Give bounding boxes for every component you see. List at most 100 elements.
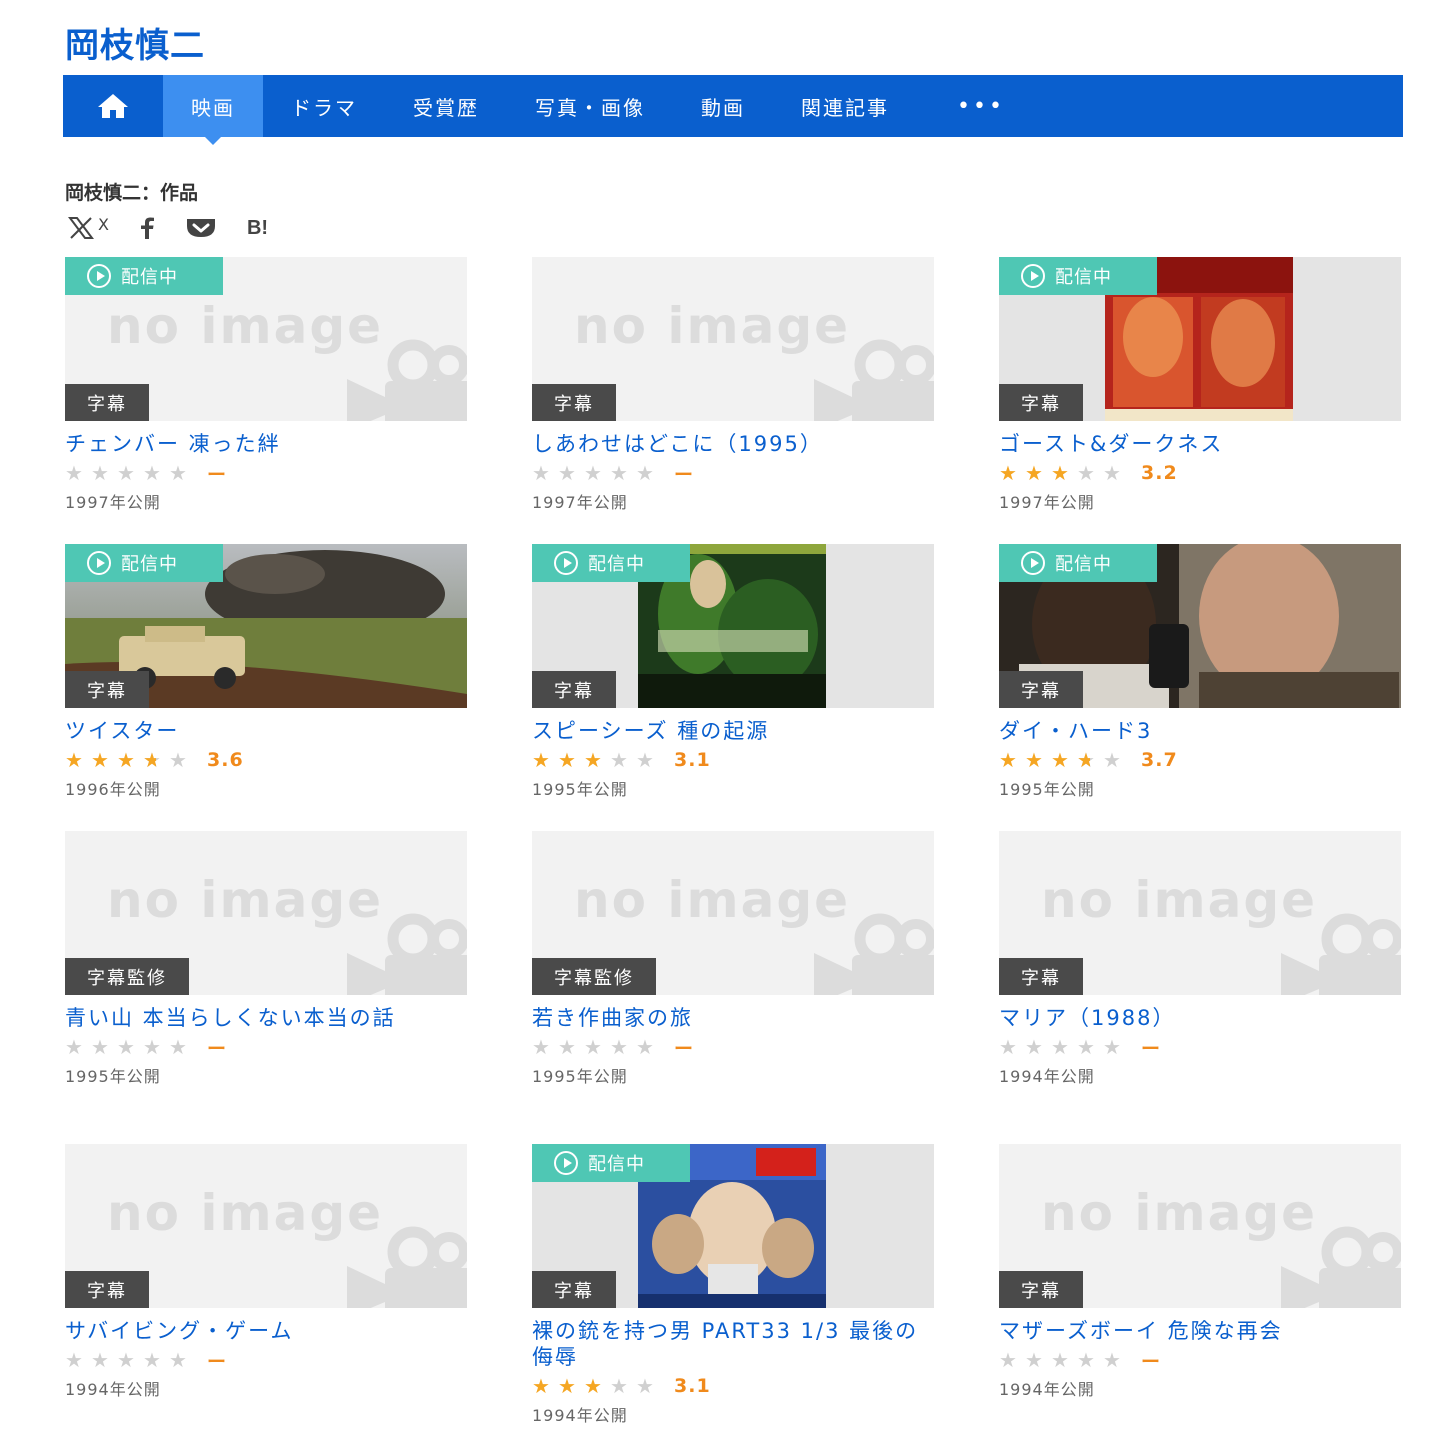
rating-score: 3.1 — [674, 1375, 711, 1397]
star-icon: ★ — [610, 1035, 628, 1059]
star-icon: ★ — [1103, 1348, 1121, 1372]
movie-thumbnail[interactable]: no image 字幕 — [532, 257, 934, 421]
nav-tab-movies[interactable]: 映画 — [163, 75, 263, 145]
movie-card[interactable]: no image 字幕 マザーズボーイ 危険な再会 ★ ★ ★ ★ ★ ー 1994年公… — [999, 1144, 1401, 1400]
movie-thumbnail[interactable]: no image 配信中 字幕 — [65, 257, 467, 421]
nav-tab-videos[interactable]: 動画 — [673, 75, 773, 137]
nav-tab-photos[interactable]: 写真・画像 — [507, 75, 673, 137]
star-icon: ★ — [532, 1035, 550, 1059]
movie-card[interactable]: no image 字幕 しあわせはどこに（1995） ★ ★ ★ ★ ★ ー 1997年… — [532, 257, 934, 513]
movie-title-link[interactable]: ツイスター — [65, 718, 467, 744]
subtitle-badge: 字幕 — [532, 1271, 616, 1308]
section-title: 岡枝慎二：作品 — [65, 182, 199, 204]
movie-card[interactable]: 配信中 字幕 ゴースト&ダークネス ★ ★ ★ ★ ★ 3.2 1997年公開 — [999, 257, 1401, 513]
movie-title-link[interactable]: しあわせはどこに（1995） — [532, 431, 934, 457]
movie-card[interactable]: 配信中 字幕 スピーシーズ 種の起源 ★ ★ ★ ★ ★ 3.1 1995年公開 — [532, 544, 934, 800]
subtitle-badge: 字幕 — [532, 671, 616, 708]
movie-title-link[interactable]: ゴースト&ダークネス — [999, 431, 1401, 457]
share-x-label: X — [98, 214, 109, 234]
movie-thumbnail[interactable]: no image 字幕監修 — [65, 831, 467, 995]
nav-tab-articles[interactable]: 関連記事 — [773, 75, 917, 137]
star-icon: ★ — [636, 1035, 654, 1059]
movie-title-link[interactable]: 若き作曲家の旅 — [532, 1005, 934, 1031]
nav-more-button[interactable]: ••• — [917, 75, 1045, 137]
streaming-badge: 配信中 — [532, 1144, 690, 1182]
star-icon: ★ — [584, 1374, 602, 1398]
share-pocket-button[interactable] — [185, 214, 217, 242]
star-icon: ★ — [117, 1348, 135, 1372]
star-icon: ★ — [1103, 748, 1121, 772]
star-icon: ★ — [91, 1348, 109, 1372]
star-icon: ★ — [65, 748, 83, 772]
movie-thumbnail[interactable]: no image 字幕 — [65, 1144, 467, 1308]
star-icon: ★ — [1025, 1348, 1043, 1372]
movie-title-link[interactable]: マザーズボーイ 危険な再会 — [999, 1318, 1401, 1344]
streaming-badge: 配信中 — [999, 257, 1157, 295]
movie-card[interactable]: no image 字幕 サバイビング・ゲーム ★ ★ ★ ★ ★ ー 1994年公開 — [65, 1144, 467, 1400]
movie-thumbnail[interactable]: no image 字幕 — [999, 831, 1401, 995]
movie-card[interactable]: 配信中 字幕 裸の銃を持つ男 PART33 1/3 最後の侮辱 ★ ★ ★ ★ ★ 3.1… — [532, 1144, 934, 1426]
subtitle-badge: 字幕監修 — [65, 958, 189, 995]
play-circle-icon — [554, 551, 578, 575]
share-x-button[interactable]: X — [68, 214, 109, 242]
share-facebook-button[interactable] — [139, 214, 155, 242]
star-icon: ★ — [558, 1035, 576, 1059]
movie-thumbnail[interactable]: 配信中 字幕 — [65, 544, 467, 708]
camera-icon — [347, 913, 467, 995]
movie-thumbnail[interactable]: 配信中 字幕 — [532, 544, 934, 708]
rating-score: 3.1 — [674, 749, 711, 771]
streaming-badge: 配信中 — [65, 257, 223, 295]
movie-card[interactable]: no image 字幕監修 青い山 本当らしくない本当の話 ★ ★ ★ ★ ★ ー 19… — [65, 831, 467, 1087]
movie-title-link[interactable]: 裸の銃を持つ男 PART33 1/3 最後の侮辱 — [532, 1318, 934, 1370]
camera-icon — [1281, 913, 1401, 995]
movie-title-link[interactable]: マリア（1988） — [999, 1005, 1401, 1031]
star-icon: ★ — [610, 461, 628, 485]
nav-tab-dramas[interactable]: ドラマ — [263, 75, 385, 137]
play-circle-icon — [554, 1151, 578, 1175]
nav-home[interactable] — [63, 75, 163, 137]
pocket-icon — [186, 219, 215, 237]
rating-score: ー — [1141, 1037, 1162, 1060]
movie-thumbnail[interactable]: 配信中 字幕 — [532, 1144, 934, 1308]
release-year: 1994年公開 — [65, 1380, 161, 1399]
site-title[interactable]: 岡枝慎二 — [65, 18, 205, 67]
star-icon: ★ — [65, 1348, 83, 1372]
movie-title-link[interactable]: サバイビング・ゲーム — [65, 1318, 467, 1344]
movie-thumbnail[interactable]: 配信中 字幕 — [999, 544, 1401, 708]
star-icon: ★ — [532, 461, 550, 485]
movie-rating: ★ ★ ★ ★ ★ ー — [999, 1033, 1401, 1061]
release-year: 1995年公開 — [999, 780, 1095, 799]
camera-icon — [1281, 1226, 1401, 1308]
movie-card[interactable]: no image 配信中 字幕 チェンバー 凍った絆 ★ ★ ★ ★ ★ ー 1997年公… — [65, 257, 467, 513]
movie-card[interactable]: no image 字幕 マリア（1988） ★ ★ ★ ★ ★ ー 1994年公開 — [999, 831, 1401, 1087]
star-icon: ★ — [1077, 1348, 1095, 1372]
star-icon: ★ — [558, 461, 576, 485]
movie-card[interactable]: 配信中字幕 ダイ・ハード3 ★★★★★ 3.7 1995年公開 — [999, 544, 1401, 800]
movie-title-link[interactable]: スピーシーズ 種の起源 — [532, 718, 934, 744]
share-hatena-button[interactable]: B! — [247, 214, 268, 242]
star-rating: ★ ★ ★ ★ ★ — [65, 750, 195, 770]
movie-thumbnail[interactable]: no image 字幕監修 — [532, 831, 934, 995]
movie-title-link[interactable]: 青い山 本当らしくない本当の話 — [65, 1005, 467, 1031]
star-icon: ★ — [610, 1374, 628, 1398]
play-circle-icon — [87, 551, 111, 575]
star-icon: ★ — [91, 1035, 109, 1059]
star-rating: ★ ★ ★ ★ ★ — [999, 1350, 1129, 1370]
movie-rating: ★ ★ ★ ★ ★ 3.1 — [532, 746, 934, 774]
movie-card[interactable]: 配信中字幕 ツイスター ★★★★★ 3.6 1996年公開 — [65, 544, 467, 800]
home-icon — [98, 94, 128, 118]
movie-thumbnail[interactable]: 配信中 字幕 — [999, 257, 1401, 421]
star-icon: ★ — [1025, 748, 1043, 772]
star-icon: ★ — [1077, 1035, 1095, 1059]
movie-title-link[interactable]: チェンバー 凍った絆 — [65, 431, 467, 457]
movie-card[interactable]: no image 字幕監修 若き作曲家の旅 ★ ★ ★ ★ ★ ー 1995年公開 — [532, 831, 934, 1087]
movie-title-link[interactable]: ダイ・ハード3 — [999, 718, 1401, 744]
movie-thumbnail[interactable]: no image 字幕 — [999, 1144, 1401, 1308]
star-icon: ★ — [1025, 461, 1043, 485]
streaming-label: 配信中 — [1055, 267, 1112, 288]
subtitle-badge: 字幕 — [532, 384, 616, 421]
star-icon: ★ — [532, 748, 550, 772]
nav-tab-awards[interactable]: 受賞歴 — [385, 75, 507, 137]
star-icon: ★ — [1051, 1348, 1069, 1372]
star-rating: ★ ★ ★ ★ ★ — [999, 463, 1129, 483]
